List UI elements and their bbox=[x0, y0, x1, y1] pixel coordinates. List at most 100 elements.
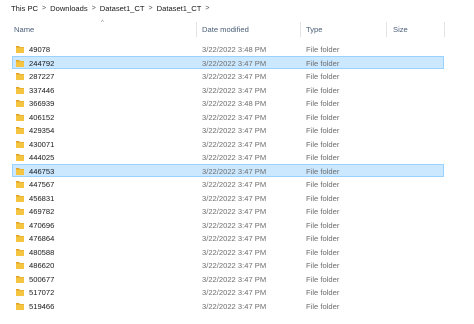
folder-icon bbox=[16, 181, 24, 188]
file-type: File folder bbox=[306, 247, 340, 257]
file-type: File folder bbox=[306, 180, 340, 189]
folder-icon bbox=[16, 113, 24, 121]
folder-icon bbox=[16, 46, 24, 53]
file-type: File folder bbox=[306, 234, 340, 243]
folder-icon bbox=[16, 154, 24, 161]
breadcrumb-separator: > bbox=[42, 4, 47, 12]
breadcrumb-separator: > bbox=[148, 4, 153, 12]
file-row[interactable]: 337446 3/22/2022 3:47 PM File folder bbox=[12, 83, 444, 96]
file-date-modified: 3/22/2022 3:47 PM bbox=[202, 112, 267, 122]
file-name: 429354 bbox=[29, 126, 55, 135]
file-name: 406152 bbox=[29, 112, 55, 122]
file-type: File folder bbox=[306, 153, 340, 162]
file-row[interactable]: 430071 3/22/2022 3:47 PM File folder bbox=[12, 137, 444, 150]
folder-icon bbox=[16, 248, 24, 256]
folder-icon bbox=[16, 73, 24, 80]
file-row[interactable]: 287227 3/22/2022 3:47 PM File folder bbox=[12, 69, 444, 82]
file-type: File folder bbox=[306, 126, 340, 135]
file-row[interactable]: 519466 3/22/2022 3:47 PM File folder bbox=[12, 299, 444, 312]
breadcrumb-item-dataset1-ct[interactable]: Dataset1_CT bbox=[100, 4, 145, 13]
file-row[interactable]: 49078 3/22/2022 3:48 PM File folder bbox=[12, 42, 444, 55]
file-row[interactable]: 486620 3/22/2022 3:47 PM File folder bbox=[12, 258, 444, 271]
file-name: 476864 bbox=[29, 234, 55, 243]
file-row[interactable]: 444025 3/22/2022 3:47 PM File folder bbox=[12, 150, 444, 163]
file-date-modified: 3/22/2022 3:47 PM bbox=[202, 139, 267, 149]
file-date-modified: 3/22/2022 3:47 PM bbox=[202, 153, 267, 162]
column-divider[interactable] bbox=[444, 22, 445, 37]
file-date-modified: 3/22/2022 3:47 PM bbox=[202, 247, 267, 257]
file-type: File folder bbox=[306, 220, 340, 230]
file-date-modified: 3/22/2022 3:47 PM bbox=[202, 126, 267, 135]
folder-icon bbox=[16, 100, 24, 107]
file-name: 500677 bbox=[29, 274, 55, 284]
file-type: File folder bbox=[306, 58, 340, 68]
column-divider[interactable] bbox=[196, 22, 197, 37]
file-row[interactable]: 500677 3/22/2022 3:47 PM File folder bbox=[12, 272, 444, 285]
file-date-modified: 3/22/2022 3:47 PM bbox=[202, 207, 267, 216]
file-row[interactable]: 406152 3/22/2022 3:47 PM File folder bbox=[12, 110, 444, 123]
file-row[interactable]: 366939 3/22/2022 3:48 PM File folder bbox=[12, 96, 444, 109]
file-type: File folder bbox=[306, 45, 340, 54]
file-row[interactable]: 244792 3/22/2022 3:47 PM File folder bbox=[12, 55, 444, 69]
folder-icon bbox=[16, 127, 24, 134]
column-divider[interactable] bbox=[300, 22, 301, 37]
file-type: File folder bbox=[306, 261, 340, 270]
file-name: 470696 bbox=[29, 220, 55, 230]
folder-icon bbox=[16, 302, 24, 310]
folder-icon bbox=[16, 59, 24, 67]
file-date-modified: 3/22/2022 3:47 PM bbox=[202, 274, 267, 284]
file-name: 446753 bbox=[29, 166, 55, 176]
file-row[interactable]: 469782 3/22/2022 3:47 PM File folder bbox=[12, 204, 444, 217]
file-row[interactable]: 517072 3/22/2022 3:47 PM File folder bbox=[12, 285, 444, 298]
file-date-modified: 3/22/2022 3:47 PM bbox=[202, 166, 267, 176]
folder-icon bbox=[16, 221, 24, 229]
breadcrumb-item-downloads[interactable]: Downloads bbox=[50, 4, 88, 13]
folder-icon bbox=[16, 275, 24, 283]
file-row[interactable]: 456831 3/22/2022 3:47 PM File folder bbox=[12, 191, 444, 204]
folder-icon bbox=[16, 262, 24, 269]
file-row[interactable]: 470696 3/22/2022 3:47 PM File folder bbox=[12, 218, 444, 231]
breadcrumb-separator[interactable]: > bbox=[205, 5, 209, 12]
file-type: File folder bbox=[306, 166, 340, 176]
file-row[interactable]: 429354 3/22/2022 3:47 PM File folder bbox=[12, 123, 444, 136]
file-date-modified: 3/22/2022 3:47 PM bbox=[202, 85, 267, 95]
file-date-modified: 3/22/2022 3:47 PM bbox=[202, 58, 267, 68]
file-row[interactable]: 446753 3/22/2022 3:47 PM File folder bbox=[12, 163, 444, 177]
breadcrumb-item-this-pc[interactable]: This PC bbox=[11, 4, 38, 13]
file-date-modified: 3/22/2022 3:48 PM bbox=[202, 99, 267, 108]
file-date-modified: 3/22/2022 3:47 PM bbox=[202, 234, 267, 243]
file-name: 519466 bbox=[29, 301, 55, 311]
breadcrumb: This PC > Downloads > Dataset1_CT > Data… bbox=[0, 0, 474, 16]
file-type: File folder bbox=[306, 288, 340, 297]
file-name: 444025 bbox=[29, 153, 55, 162]
breadcrumb-separator: > bbox=[91, 4, 96, 12]
column-header-date-modified[interactable]: Date modified bbox=[202, 25, 249, 34]
file-date-modified: 3/22/2022 3:47 PM bbox=[202, 220, 267, 230]
sort-ascending-icon: ^ bbox=[101, 20, 104, 26]
file-name: 430071 bbox=[29, 139, 55, 149]
file-name: 366939 bbox=[29, 99, 55, 108]
folder-icon bbox=[16, 140, 24, 148]
file-date-modified: 3/22/2022 3:47 PM bbox=[202, 288, 267, 297]
file-date-modified: 3/22/2022 3:47 PM bbox=[202, 72, 267, 81]
file-date-modified: 3/22/2022 3:47 PM bbox=[202, 301, 267, 311]
file-name: 337446 bbox=[29, 85, 55, 95]
breadcrumb-item-dataset1-ct-current[interactable]: Dataset1_CT bbox=[157, 4, 202, 13]
file-name: 480588 bbox=[29, 247, 55, 257]
column-header-name[interactable]: Name bbox=[14, 25, 34, 34]
file-type: File folder bbox=[306, 139, 340, 149]
file-name: 486620 bbox=[29, 261, 55, 270]
file-row[interactable]: 480588 3/22/2022 3:47 PM File folder bbox=[12, 245, 444, 258]
folder-icon bbox=[16, 86, 24, 94]
file-row[interactable]: 476864 3/22/2022 3:47 PM File folder bbox=[12, 231, 444, 244]
column-header-row: ^ Name Date modified Type Size bbox=[0, 20, 474, 38]
folder-icon bbox=[16, 289, 24, 296]
file-name: 517072 bbox=[29, 288, 55, 297]
file-row[interactable]: 447567 3/22/2022 3:47 PM File folder bbox=[12, 177, 444, 190]
file-date-modified: 3/22/2022 3:47 PM bbox=[202, 180, 267, 189]
file-date-modified: 3/22/2022 3:47 PM bbox=[202, 261, 267, 270]
column-header-size[interactable]: Size bbox=[393, 25, 408, 34]
column-divider[interactable] bbox=[386, 22, 387, 37]
column-header-type[interactable]: Type bbox=[306, 25, 322, 34]
file-list: 49078 3/22/2022 3:48 PM File folder 244792 3… bbox=[0, 42, 474, 324]
